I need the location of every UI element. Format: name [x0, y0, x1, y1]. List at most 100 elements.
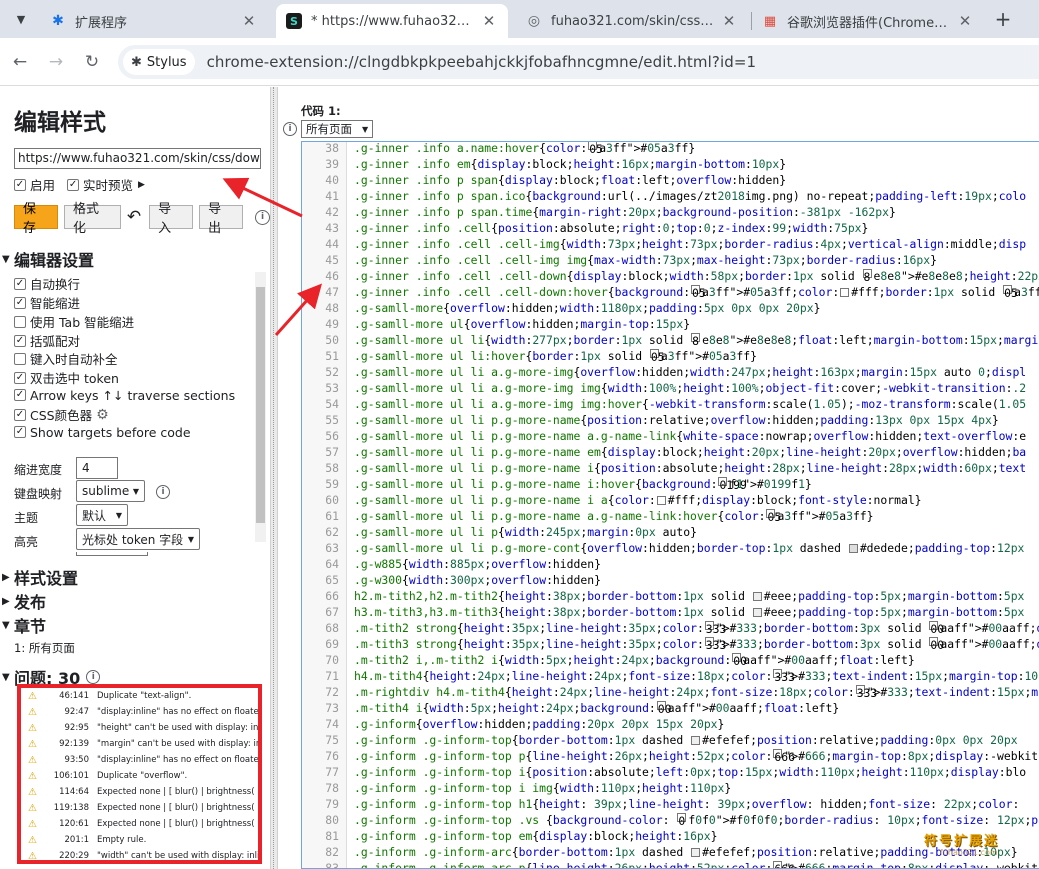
tab-chrome-plugin[interactable]: ▦ 谷歌浏览器插件(Chrome插件)- ✕: [752, 4, 984, 38]
issue-row[interactable]: ⚠ 114:64 Expected none | [ blur() | bright…: [21, 784, 258, 800]
site-info-chip[interactable]: ✱ Stylus: [123, 49, 195, 75]
code-line[interactable]: 66 h2.m-tith2,h2.m-tith2{height:38px;bord…: [302, 588, 1039, 604]
option-arrow-keys[interactable]: ✓ Arrow keys ↑↓ traverse sections: [14, 386, 235, 403]
issue-row[interactable]: ⚠ 106:101 Duplicate "overflow".: [21, 768, 258, 784]
panel-resizer[interactable]: [270, 87, 278, 869]
address-bar[interactable]: ✱ Stylus chrome-extension://clngdbkpkpee…: [118, 45, 1039, 79]
save-button[interactable]: 保存: [14, 202, 58, 236]
issue-row[interactable]: ⚠ 120:61 Expected none | [ blur() | bright…: [21, 816, 258, 832]
code-line[interactable]: 60 .g-samll-more ul li p.g-more-name i a{…: [302, 492, 1039, 508]
tab-extensions[interactable]: ✱ 扩展程序 ✕: [40, 4, 268, 38]
option-select-token[interactable]: ✓ 双击选中 token: [14, 368, 119, 387]
issue-row[interactable]: ⚠ 92:95 "height" can't be used with displa…: [21, 720, 258, 736]
issue-row[interactable]: ⚠ 201:1 Empty rule.: [21, 832, 258, 848]
sections-header[interactable]: ▼ 章节: [2, 613, 46, 637]
indent-width-input[interactable]: 4: [76, 457, 118, 479]
gear-icon[interactable]: ⚙: [96, 407, 109, 423]
tab-stylus-editor[interactable]: S * https://www.fuhao321.com ✕: [276, 4, 508, 38]
undo-icon[interactable]: ↶: [127, 207, 141, 227]
code-line[interactable]: 56 .g-samll-more ul li p.g-more-name a.g-…: [302, 428, 1039, 444]
issue-row[interactable]: ⚠ 92:139 "margin" can't be used with displ…: [21, 736, 258, 752]
enabled-checkbox[interactable]: ✓ 启用: [14, 175, 55, 194]
help-icon[interactable]: i: [156, 485, 170, 499]
code-line[interactable]: ⚠46 .g-inner .info .cell .cell-down{displ…: [302, 268, 1039, 284]
close-icon[interactable]: ✕: [240, 12, 258, 30]
issues-list[interactable]: ⚠ 46:141 Duplicate "text-align". ⚠ 92:47 "dis…: [17, 684, 262, 864]
code-line[interactable]: 53 .g-samll-more ul li a.g-more-img img{w…: [302, 380, 1039, 396]
code-line[interactable]: 49 .g-samll-more ul{overflow:hidden;margi…: [302, 316, 1039, 332]
tab-css-file[interactable]: ◎ fuhao321.com/skin/css/downcj.css ✕: [516, 4, 748, 38]
expand-triangle-icon[interactable]: ▶: [138, 180, 145, 190]
code-line[interactable]: 78 .g-inform .g-inform-top i img{width:11…: [302, 780, 1039, 796]
code-line[interactable]: 72 .m-rightdiv h4.m-tith4{height:24px;lin…: [302, 684, 1039, 700]
code-line[interactable]: 50 .g-samll-more ul li{width:277px;border…: [302, 332, 1039, 348]
code-line[interactable]: 39 .g-inner .info em{display:block;height…: [302, 156, 1039, 172]
issue-row[interactable]: ⚠ 93:50 "display:inline" has no effect on …: [21, 752, 258, 768]
code-line[interactable]: 62 .g-samll-more ul li p{width:245px;marg…: [302, 524, 1039, 540]
publish-header[interactable]: ▶ 发布: [2, 589, 46, 613]
code-line[interactable]: 51 .g-samll-more ul li:hover{border:1px s…: [302, 348, 1039, 364]
close-icon[interactable]: ✕: [956, 12, 974, 30]
code-line[interactable]: 79 .g-inform .g-inform-top h1{height: 39p…: [302, 796, 1039, 812]
code-line[interactable]: 83 .g-inform .g-inform-arc p{line-height:…: [302, 860, 1039, 868]
code-line[interactable]: 70 .m-tith2 i,.m-tith2 i{width:5px;height…: [302, 652, 1039, 668]
code-line[interactable]: 73 .m-tith4 i{width:5px;height:24px;backg…: [302, 700, 1039, 716]
import-button[interactable]: 导入: [149, 202, 194, 236]
forward-button[interactable]: →: [44, 50, 68, 74]
issue-row[interactable]: ⚠ 92:47 "display:inline" has no effect on …: [21, 704, 258, 720]
code-line[interactable]: 48 .g-samll-more{overflow:hidden;width:11…: [302, 300, 1039, 316]
keymap-select[interactable]: sublime ▼: [76, 480, 145, 502]
code-line[interactable]: 80 .g-inform .g-inform-top .vs {backgroun…: [302, 812, 1039, 828]
applies-to-select[interactable]: 所有页面 ▼: [301, 120, 374, 138]
issue-row[interactable]: ⚠ 46:141 Duplicate "text-align".: [21, 688, 258, 704]
option-line-wrap[interactable]: ✓ 自动换行: [14, 274, 80, 293]
code-line[interactable]: 58 .g-samll-more ul li p.g-more-name i{po…: [302, 460, 1039, 476]
section-item[interactable]: 1: 所有页面: [14, 640, 75, 656]
help-icon[interactable]: i: [86, 670, 101, 684]
live-preview-checkbox[interactable]: ✓ 实时预览: [67, 175, 133, 194]
code-line[interactable]: 65 .g-w300{width:300px;overflow:hidden}: [302, 572, 1039, 588]
style-settings-header[interactable]: ▶ 样式设置: [2, 565, 78, 589]
code-line[interactable]: 63 .g-samll-more ul li p.g-more-cont{over…: [302, 540, 1039, 556]
code-line[interactable]: 76 .g-inform .g-inform-top p{line-height:…: [302, 748, 1039, 764]
reload-button[interactable]: ↻: [80, 50, 104, 74]
code-line[interactable]: 57 .g-samll-more ul li p.g-more-name em{d…: [302, 444, 1039, 460]
close-icon[interactable]: ✕: [480, 12, 498, 30]
code-line[interactable]: 55 .g-samll-more ul li p.g-more-name{posi…: [302, 412, 1039, 428]
code-line[interactable]: 75 .g-inform .g-inform-top{border-bottom:…: [302, 732, 1039, 748]
option-autocomplete[interactable]: 键入时自动补全: [14, 349, 118, 368]
code-line[interactable]: 74 .g-inform{overflow:hidden;padding:20px…: [302, 716, 1039, 732]
close-icon[interactable]: ✕: [720, 12, 738, 30]
code-line[interactable]: 77 .g-inform .g-inform-top i{position:abs…: [302, 764, 1039, 780]
option-color-picker[interactable]: ✓ CSS颜色器 ⚙: [14, 405, 109, 424]
code-line[interactable]: 38 .g-inner .info a.name:hover{color: 05a3…: [302, 142, 1039, 156]
sidebar-scrollbar[interactable]: [256, 287, 265, 523]
theme-select[interactable]: 默认 ▼: [76, 504, 128, 526]
code-line[interactable]: 68 .m-tith2 strong{height:35px;line-heigh…: [302, 620, 1039, 636]
option-match-brackets[interactable]: ✓ 括弧配对: [14, 331, 80, 350]
code-line[interactable]: 61 .g-samll-more ul li p.g-more-name a.g-…: [302, 508, 1039, 524]
code-line[interactable]: 45 .g-inner .info .cell .cell-img img{max…: [302, 252, 1039, 268]
tab-search-button[interactable]: ▼: [8, 7, 34, 31]
option-tab-indent[interactable]: 使用 Tab 智能缩进: [14, 312, 134, 331]
option-smart-indent[interactable]: ✓ 智能缩进: [14, 293, 80, 312]
code-area[interactable]: 38 .g-inner .info a.name:hover{color: 05a3…: [301, 141, 1039, 869]
highlight-select[interactable]: 光标处 token 字段 ▼: [76, 528, 200, 550]
code-line[interactable]: 64 .g-w885{width:885px;overflow:hidden}: [302, 556, 1039, 572]
code-line[interactable]: 43 .g-inner .info .cell{position:absolute…: [302, 220, 1039, 236]
code-line[interactable]: 40 .g-inner .info p span{display:block;fl…: [302, 172, 1039, 188]
back-button[interactable]: ←: [8, 50, 32, 74]
code-line[interactable]: 59 .g-samll-more ul li p.g-more-name i:ho…: [302, 476, 1039, 492]
code-line[interactable]: 52 .g-samll-more ul li a.g-more-img{overf…: [302, 364, 1039, 380]
new-tab-button[interactable]: +: [990, 8, 1016, 32]
option-show-targets[interactable]: ✓ Show targets before code: [14, 423, 191, 440]
code-line[interactable]: 47 .g-inner .info .cell .cell-down:hover{…: [302, 284, 1039, 300]
editor-settings-header[interactable]: ▼ 编辑器设置: [2, 247, 94, 271]
code-line[interactable]: 67 h3.m-tith3,h3.m-tith3{height:38px;bord…: [302, 604, 1039, 620]
help-icon[interactable]: i: [255, 209, 270, 225]
code-line[interactable]: 42 .g-inner .info p span.time{margin-righ…: [302, 204, 1039, 220]
help-icon[interactable]: i: [283, 122, 297, 136]
export-button[interactable]: 导出: [199, 202, 244, 236]
code-line[interactable]: 69 .m-tith3 strong{height:35px;line-heigh…: [302, 636, 1039, 652]
style-name-input[interactable]: https://www.fuhao321.com/skin/css/downcj…: [14, 148, 261, 169]
